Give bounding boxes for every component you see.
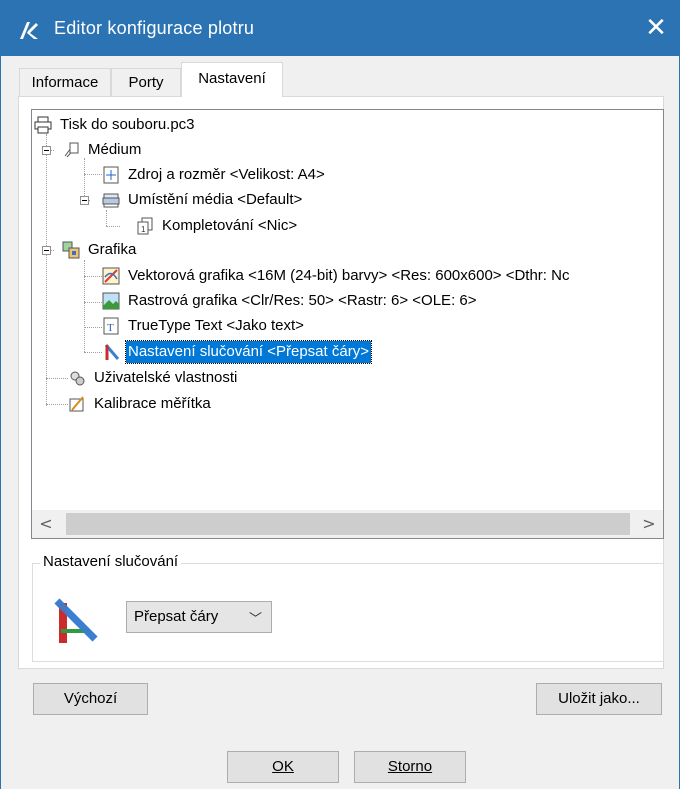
paper-size-icon [103,166,119,184]
chevron-down-icon: ﹀ [249,612,263,627]
svg-text:T: T [107,322,114,334]
scroll-thumb[interactable] [66,513,630,535]
save-as-button[interactable]: Uložit jako... [536,683,662,715]
title-bar: Editor konfigurace plotru ✕ [0,0,680,56]
vector-graphics-icon [102,267,120,285]
merge-control-select[interactable]: Přepsat čáry ﹀ [126,601,272,633]
tab-informace[interactable]: Informace [19,68,111,96]
collapse-graphics-toggle[interactable] [42,246,51,255]
tree-horizontal-scrollbar[interactable]: < > [32,510,663,538]
scroll-right-button[interactable]: > [635,510,663,538]
tab-nastaveni[interactable]: Nastavení [181,62,283,97]
close-icon: ✕ [645,13,667,43]
collapse-medium-toggle[interactable] [42,146,51,155]
settings-tree[interactable]: Tisk do souboru.pc3 Médium Zdroj a rozmě… [31,109,664,539]
merge-control-select-value: Přepsat čáry [134,608,219,625]
merge-control-large-icon [54,598,98,643]
raster-graphics-icon [102,292,120,310]
collate-icon: 1 [137,217,153,235]
ok-button[interactable]: OK [227,751,339,783]
chevron-right-icon: > [642,514,656,533]
app-logo-icon [20,22,38,39]
close-button[interactable]: ✕ [640,12,672,44]
cancel-button[interactable]: Storno [354,751,466,783]
scroll-left-button[interactable]: < [32,510,60,538]
truetype-icon: T [103,317,119,335]
merge-control-icon [104,344,120,360]
defaults-button[interactable]: Výchozí [33,683,148,715]
printer-icon [34,116,52,134]
window-title: Editor konfigurace plotru [54,18,255,38]
chevron-left-icon: < [39,514,53,533]
calibration-icon [69,396,84,412]
graphics-icon [62,241,80,259]
merge-control-group-title: Nastavení slučování [40,553,182,570]
media-tray-icon [102,193,120,208]
media-clip-icon [64,142,79,158]
custom-properties-icon [70,371,85,386]
svg-text:1: 1 [141,225,146,234]
collapse-media-tray-toggle[interactable] [80,196,89,205]
tab-porty[interactable]: Porty [111,68,181,96]
